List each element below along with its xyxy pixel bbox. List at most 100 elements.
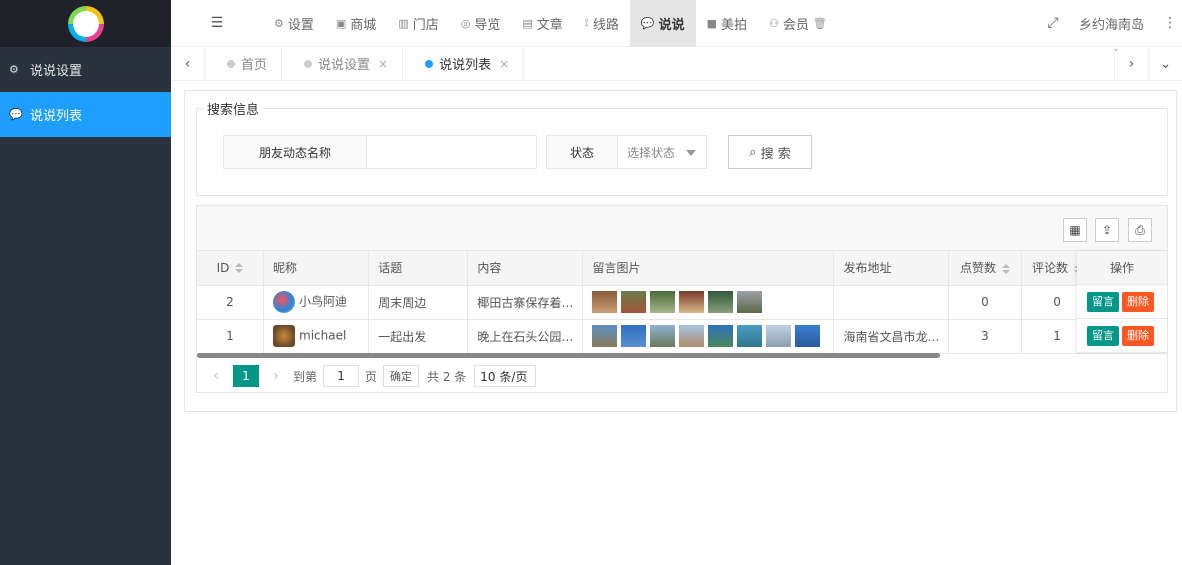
page-unit: 页 bbox=[365, 369, 378, 384]
cell-likes: 0 bbox=[948, 285, 1022, 320]
image-thumbnail[interactable] bbox=[708, 325, 734, 347]
nav-label: 门店 bbox=[412, 17, 439, 33]
name-input[interactable] bbox=[366, 135, 537, 169]
image-thumbnail[interactable] bbox=[795, 325, 821, 347]
col-topic: 话题 bbox=[368, 251, 469, 286]
columns-icon[interactable]: ▦ bbox=[1063, 218, 1087, 242]
image-thumbnail[interactable] bbox=[621, 291, 647, 313]
content-card: 搜索信息 朋友动态名称 状态 选择状态 ⌕ 搜 索 ▦ ⇪ ⎙ ID 昵称 话题… bbox=[184, 90, 1177, 412]
nav-item-guide[interactable]: ◎ 导览 bbox=[450, 0, 512, 47]
export-icon[interactable]: ⇪ bbox=[1095, 218, 1119, 242]
close-icon[interactable]: × bbox=[499, 57, 509, 71]
cell-address: 海南省文昌市龙… bbox=[833, 319, 950, 354]
tab-moments-settings[interactable]: 说说设置 × bbox=[282, 47, 404, 80]
app-logo[interactable] bbox=[67, 5, 104, 42]
tab-prev-icon[interactable]: ‹ bbox=[171, 47, 205, 80]
status-placeholder: 选择状态 bbox=[627, 145, 676, 160]
trash-icon[interactable]: 🗑 bbox=[813, 17, 827, 30]
col-content: 内容 bbox=[467, 251, 584, 286]
search-button[interactable]: ⌕ 搜 索 bbox=[728, 135, 812, 169]
avatar bbox=[273, 325, 295, 347]
nav-item-member[interactable]: ⚇ 会员 🗑 bbox=[758, 0, 838, 47]
nav-label: 美拍 bbox=[721, 17, 748, 33]
image-thumbnail[interactable] bbox=[592, 291, 618, 313]
logo-area bbox=[0, 0, 171, 47]
nav-item-photo[interactable]: ■ 美拍 bbox=[696, 0, 758, 47]
more-icon[interactable]: ⋮ bbox=[1158, 15, 1182, 31]
table-toolbar: ▦ ⇪ ⎙ bbox=[197, 206, 1167, 251]
image-thumbnail[interactable] bbox=[621, 325, 647, 347]
bank-icon: ▥ bbox=[398, 16, 409, 30]
cell-content: 椰田古寨保存着… bbox=[467, 285, 584, 320]
delete-button[interactable]: 删除 bbox=[1122, 291, 1154, 312]
prev-page-icon[interactable]: ‹ bbox=[205, 368, 227, 384]
tab-home[interactable]: 首页 bbox=[205, 47, 283, 80]
header-label: 点赞数 bbox=[959, 261, 996, 276]
tab-menu-icon[interactable]: ⌄ bbox=[1148, 47, 1182, 80]
tab-label: 说说设置 bbox=[318, 58, 371, 73]
image-thumbnail[interactable] bbox=[737, 291, 763, 313]
print-icon[interactable]: ⎙ bbox=[1128, 218, 1152, 242]
cell-nickname: michael bbox=[263, 319, 370, 354]
col-likes[interactable]: 点赞数 bbox=[948, 251, 1022, 286]
sort-icon[interactable] bbox=[235, 263, 244, 274]
tab-moments-list[interactable]: 说说列表 × bbox=[403, 47, 525, 80]
image-thumbnail[interactable] bbox=[708, 291, 734, 313]
page-current[interactable]: 1 bbox=[233, 365, 259, 387]
nav-item-moments[interactable]: 💬 说说 bbox=[629, 0, 696, 47]
users-icon: ⚇ bbox=[769, 16, 779, 30]
goto-confirm-button[interactable]: 确定 bbox=[383, 365, 420, 387]
nav-item-store[interactable]: ▥ 门店 bbox=[387, 0, 449, 47]
cell-topic: 一起出发 bbox=[368, 319, 469, 354]
image-thumbnail[interactable] bbox=[737, 325, 763, 347]
delete-button[interactable]: 删除 bbox=[1122, 325, 1154, 346]
sidebar-item-list[interactable]: 💬 说说列表 bbox=[0, 92, 171, 137]
col-images: 留言图片 bbox=[582, 251, 835, 286]
fullscreen-icon[interactable]: ⤢ bbox=[1041, 15, 1065, 31]
goto-page-input[interactable]: 1 bbox=[323, 365, 360, 387]
image-thumbnail[interactable] bbox=[679, 291, 705, 313]
nav-label: 商城 bbox=[350, 17, 377, 33]
image-thumbnail[interactable] bbox=[679, 325, 705, 347]
menu-toggle-icon[interactable]: ☰ bbox=[171, 15, 263, 31]
video-icon: ■ bbox=[706, 16, 718, 30]
image-thumbnail[interactable] bbox=[650, 325, 676, 347]
status-select[interactable]: 选择状态 bbox=[617, 135, 707, 169]
header-label: ID bbox=[216, 260, 230, 275]
nav-item-article[interactable]: ▤ 文章 bbox=[511, 0, 573, 47]
close-icon[interactable]: × bbox=[378, 57, 388, 71]
wechat-icon: 💬 bbox=[640, 16, 655, 30]
region-selector[interactable]: 乡约海南岛 ⌄ bbox=[1065, 14, 1158, 54]
col-nickname: 昵称 bbox=[263, 251, 370, 286]
col-id[interactable]: ID bbox=[197, 251, 264, 286]
reply-button[interactable]: 留言 bbox=[1087, 325, 1119, 346]
tab-dot bbox=[304, 59, 313, 68]
nickname-text: michael bbox=[299, 328, 347, 343]
table-row: 2 小鸟阿迪 周末周边 椰田古寨保存着… 0 0 bbox=[197, 285, 1168, 320]
next-page-icon[interactable]: › bbox=[265, 368, 287, 384]
tab-next-icon[interactable]: › bbox=[1114, 47, 1148, 80]
image-thumbnail[interactable] bbox=[766, 325, 792, 347]
sidebar-item-label: 说说列表 bbox=[30, 109, 83, 124]
col-address: 发布地址 bbox=[833, 251, 950, 286]
tab-label: 首页 bbox=[241, 58, 268, 73]
wechat-icon: 💬 bbox=[9, 108, 23, 121]
top-nav: ☰ ⚙ 设置 ▣ 商城 ▥ 门店 ◎ 导览 ▤ 文章 ⟟ 线路 💬 说说 ■ 美拍 ⚇ 会员 🗑 … bbox=[171, 0, 1182, 54]
nav-item-shop[interactable]: ▣ 商城 bbox=[325, 0, 387, 47]
sort-icon[interactable] bbox=[1001, 263, 1010, 274]
nickname-text: 小鸟阿迪 bbox=[299, 294, 348, 309]
tab-dot bbox=[227, 59, 235, 68]
cell-address bbox=[833, 285, 950, 320]
page-size-select[interactable]: 10 条/页 bbox=[474, 365, 537, 387]
image-thumbnail[interactable] bbox=[592, 325, 618, 347]
pagination: ‹ 1 › 到第 1 页 确定 共 2 条 10 条/页 bbox=[197, 358, 1167, 394]
image-thumbnail[interactable] bbox=[650, 291, 676, 313]
sidebar-item-settings[interactable]: ⚙ 说说设置 bbox=[0, 47, 171, 92]
nav-item-settings[interactable]: ⚙ 设置 bbox=[263, 0, 325, 47]
shop-icon: ▣ bbox=[335, 16, 347, 30]
nav-label: 设置 bbox=[287, 17, 314, 33]
ops-column: 操作 留言 删除 留言 删除 bbox=[1077, 251, 1167, 353]
reply-button[interactable]: 留言 bbox=[1087, 291, 1119, 312]
nav-item-route[interactable]: ⟟ 线路 bbox=[574, 0, 630, 47]
sidebar: ⚙ 说说设置 💬 说说列表 bbox=[0, 0, 171, 565]
